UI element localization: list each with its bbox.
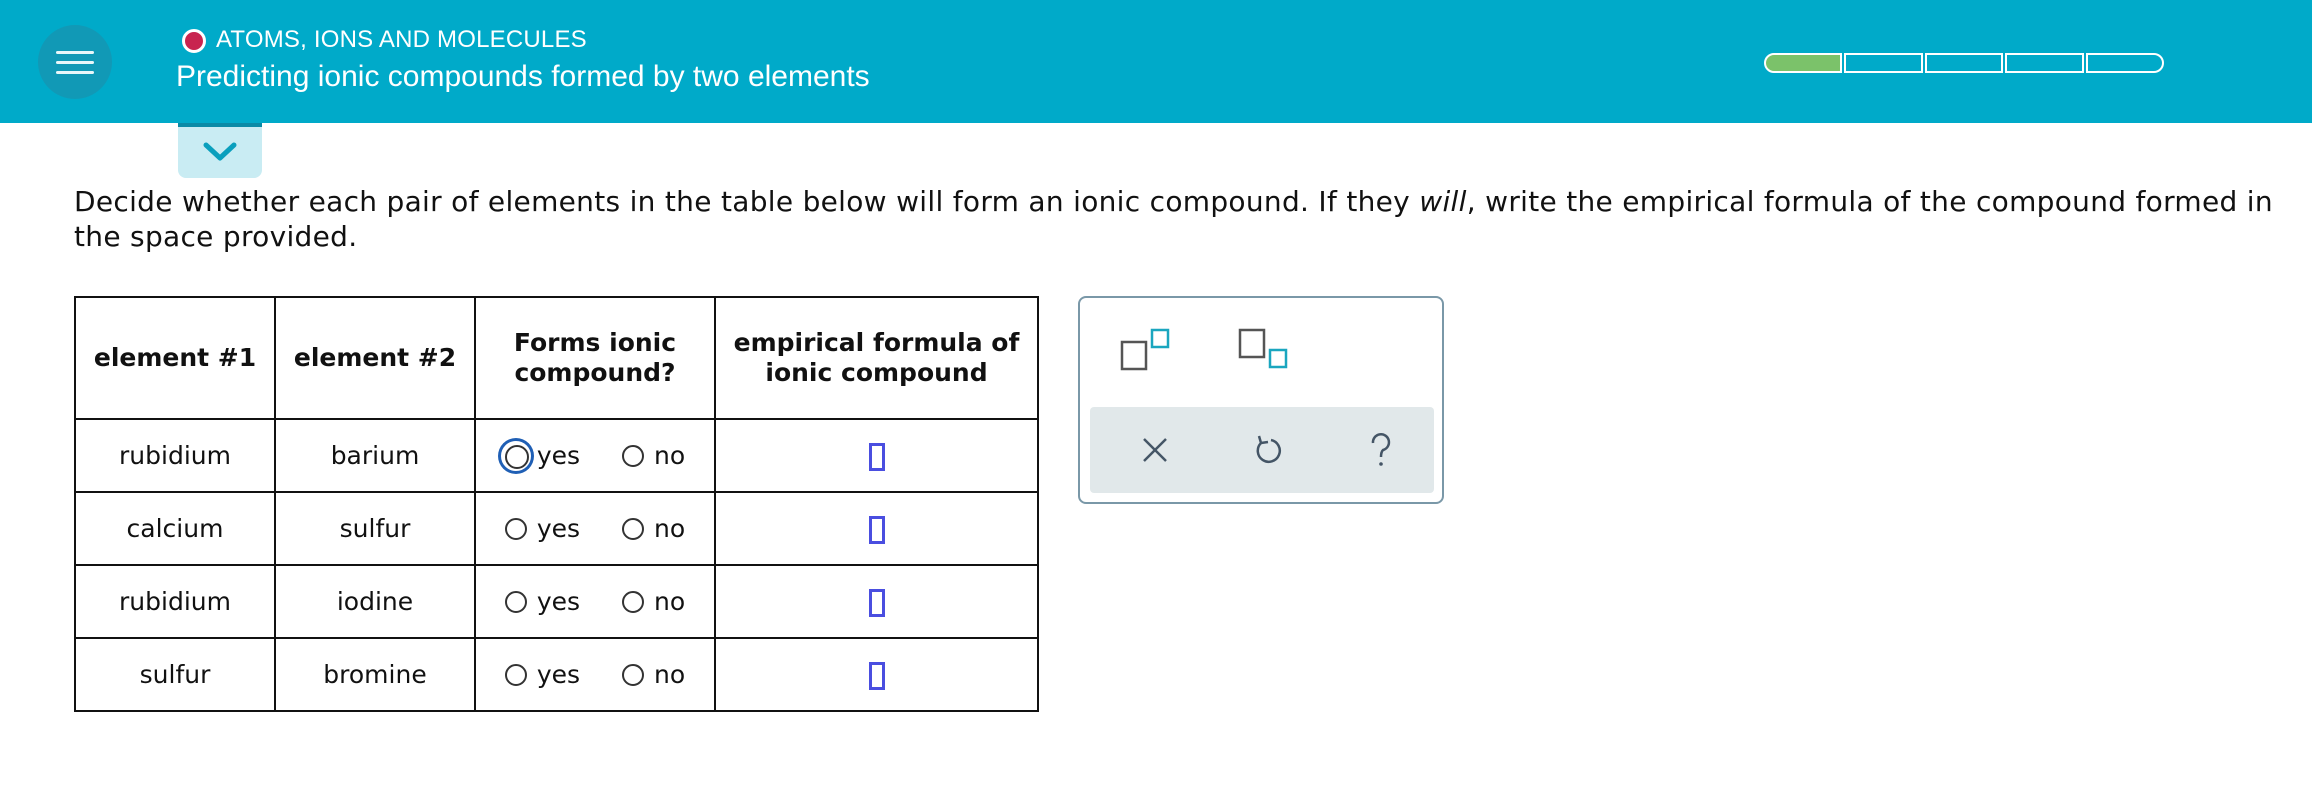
table-row: calcium sulfur yes no xyxy=(74,491,1039,566)
hamburger-icon-line xyxy=(56,61,94,64)
no-radio[interactable] xyxy=(622,663,645,686)
cell-element1: sulfur xyxy=(74,637,276,712)
radio-group: yes no xyxy=(476,660,714,689)
formula-answer-box[interactable] xyxy=(868,661,885,690)
superscript-icon[interactable] xyxy=(1120,328,1174,372)
progress-bar xyxy=(1764,53,2165,73)
math-tool-palette xyxy=(1078,296,1444,504)
no-option[interactable]: no xyxy=(622,660,685,689)
header-forms-line1: Forms ionic xyxy=(513,328,677,357)
close-icon[interactable] xyxy=(1134,429,1176,471)
progress-segment xyxy=(1924,53,2004,73)
cell-element2: iodine xyxy=(274,564,476,639)
yes-radio[interactable] xyxy=(504,517,527,540)
cell-element2: bromine xyxy=(274,637,476,712)
palette-actions xyxy=(1090,407,1434,493)
no-radio[interactable] xyxy=(622,517,645,540)
yes-option[interactable]: yes xyxy=(500,440,581,471)
no-radio[interactable] xyxy=(622,590,645,613)
yes-label: yes xyxy=(536,587,581,616)
header-formula-line1: empirical formula of xyxy=(733,328,1020,357)
table-row: sulfur bromine yes no xyxy=(74,637,1039,712)
cell-element1: rubidium xyxy=(74,418,276,493)
table-row: rubidium iodine yes no xyxy=(74,564,1039,639)
collapse-header-button[interactable] xyxy=(178,123,262,178)
page-title: Predicting ionic compounds formed by two… xyxy=(176,60,870,93)
cell-formula xyxy=(714,491,1039,566)
cell-forms-ionic: yes no xyxy=(474,418,716,493)
elements-table: element #1 element #2 Forms ionic compou… xyxy=(74,296,1039,712)
yes-label: yes xyxy=(536,514,581,543)
chevron-down-icon xyxy=(203,142,237,161)
progress-segment xyxy=(1764,53,1843,73)
formula-answer-box[interactable] xyxy=(868,442,885,471)
header-formula-line2: ionic compound xyxy=(765,358,988,387)
yes-option[interactable]: yes xyxy=(504,514,581,543)
instructions-emphasis: will xyxy=(1419,185,1467,218)
table-row: rubidium barium yes no xyxy=(74,418,1039,493)
progress-segment xyxy=(2005,53,2084,73)
cell-formula xyxy=(714,637,1039,712)
progress-segment xyxy=(1844,53,1923,73)
no-label: no xyxy=(654,441,686,470)
cell-element1: rubidium xyxy=(74,564,276,639)
cell-formula xyxy=(714,564,1039,639)
no-radio[interactable] xyxy=(622,444,645,467)
cell-forms-ionic: yes no xyxy=(474,637,716,712)
cell-formula xyxy=(714,418,1039,493)
radio-group: yes no xyxy=(476,514,714,543)
no-label: no xyxy=(654,514,686,543)
hamburger-icon-line xyxy=(56,71,94,74)
topic-label: ATOMS, IONS AND MOLECULES xyxy=(216,26,587,53)
cell-forms-ionic: yes no xyxy=(474,491,716,566)
no-label: no xyxy=(654,660,686,689)
no-label: no xyxy=(654,587,686,616)
yes-radio[interactable] xyxy=(504,590,527,613)
no-option[interactable]: no xyxy=(622,441,685,470)
header-element1: element #1 xyxy=(74,296,276,420)
radio-group: yes no xyxy=(476,440,714,471)
hamburger-icon-line xyxy=(56,51,94,54)
formula-answer-box[interactable] xyxy=(868,588,885,617)
instructions-text: Decide whether each pair of elements in … xyxy=(74,185,1420,218)
header-element2: element #2 xyxy=(274,296,476,420)
no-option[interactable]: no xyxy=(622,514,685,543)
radio-group: yes no xyxy=(476,587,714,616)
table-header-row: element #1 element #2 Forms ionic compou… xyxy=(74,296,1039,420)
yes-label: yes xyxy=(536,660,581,689)
cell-element1: calcium xyxy=(74,491,276,566)
cell-element2: sulfur xyxy=(274,491,476,566)
yes-option[interactable]: yes xyxy=(504,587,581,616)
header-formula: empirical formula of ionic compound xyxy=(714,296,1039,420)
cell-element2: barium xyxy=(274,418,476,493)
help-icon[interactable] xyxy=(1360,429,1402,471)
yes-label: yes xyxy=(536,441,581,470)
yes-radio[interactable] xyxy=(500,440,531,471)
topic-status-dot xyxy=(182,29,206,53)
yes-option[interactable]: yes xyxy=(504,660,581,689)
header-forms-line2: compound? xyxy=(514,358,676,387)
instructions: Decide whether each pair of elements in … xyxy=(74,184,2304,254)
progress-segment xyxy=(2085,53,2165,73)
subscript-icon[interactable] xyxy=(1238,328,1292,372)
yes-radio[interactable] xyxy=(504,663,527,686)
cell-forms-ionic: yes no xyxy=(474,564,716,639)
undo-icon[interactable] xyxy=(1247,429,1289,471)
header-bar: ATOMS, IONS AND MOLECULES Predicting ion… xyxy=(0,0,2312,123)
no-option[interactable]: no xyxy=(622,587,685,616)
header-forms-ionic: Forms ionic compound? xyxy=(474,296,716,420)
menu-button[interactable] xyxy=(38,25,112,99)
formula-answer-box[interactable] xyxy=(868,515,885,544)
